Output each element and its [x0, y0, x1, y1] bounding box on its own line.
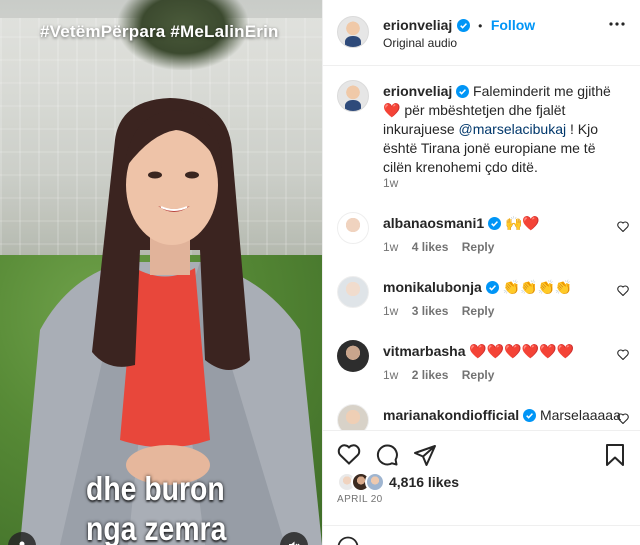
liked-by-avatar[interactable] — [365, 472, 385, 492]
like-heart-icon[interactable] — [337, 443, 361, 465]
post-side-panel: erionveliaj • Follow Original audio erio… — [322, 0, 640, 545]
heart-outline-icon[interactable] — [617, 221, 629, 232]
comment-meta: 1w 4 likes Reply — [383, 240, 494, 254]
save-bookmark-icon[interactable] — [605, 443, 625, 467]
header-separator: • — [478, 19, 483, 33]
verified-badge-icon — [488, 217, 502, 230]
comment-time[interactable]: 1w — [383, 240, 398, 254]
emoji-smiley-icon[interactable] — [337, 536, 359, 545]
comment-username[interactable]: vitmarbasha — [383, 343, 465, 359]
user-icon — [19, 541, 25, 545]
reply-button[interactable]: Reply — [462, 240, 495, 254]
heart-outline-icon[interactable] — [617, 285, 629, 296]
post-date[interactable]: APRIL 20 — [337, 494, 383, 505]
add-comment-bar[interactable] — [323, 525, 640, 545]
commenter-avatar[interactable] — [337, 340, 369, 372]
verified-badge-icon — [523, 409, 537, 422]
comment-username[interactable]: marianakondiofficial — [383, 407, 519, 423]
share-send-icon[interactable] — [413, 443, 437, 467]
comment-text: ❤️❤️❤️❤️❤️❤️ — [469, 343, 574, 359]
video-subtitle-line-2: nga zemra — [86, 510, 227, 545]
video-subtitle-line-1: dhe buron — [86, 470, 225, 507]
video-hashtag-overlay: #VetëmPërpara #MeLalinErin — [40, 22, 279, 41]
comment-body: albanaosmani1 🙌❤️ — [383, 215, 540, 232]
comment-text: 👏👏👏👏 — [502, 279, 573, 295]
comment-meta: 1w 3 likes Reply — [383, 304, 494, 318]
verified-badge-icon — [485, 281, 499, 294]
comment-body: vitmarbasha ❤️❤️❤️❤️❤️❤️ — [383, 343, 574, 360]
caption-heart-emoji: ❤️ — [383, 102, 401, 118]
reel-video[interactable]: #VetëmPërpara #MeLalinErin dhe buron nga… — [0, 0, 322, 545]
caption-time[interactable]: 1w — [383, 176, 398, 190]
comment-text: 🙌❤️ — [504, 215, 540, 231]
speaker-muted-icon — [289, 541, 300, 545]
header-user-line: erionveliaj • Follow — [383, 17, 535, 35]
header-username[interactable]: erionveliaj — [383, 17, 452, 33]
post-caption: erionveliaj Faleminderit me gjithë ❤️ pë… — [383, 82, 623, 177]
comment-username[interactable]: albanaosmani1 — [383, 215, 484, 231]
caption-avatar[interactable] — [337, 80, 369, 112]
comment-body: monikalubonja 👏👏👏👏 — [383, 279, 572, 296]
commenter-avatar[interactable] — [337, 404, 369, 430]
caption-username[interactable]: erionveliaj — [383, 83, 452, 99]
commenter-avatar[interactable] — [337, 276, 369, 308]
commenter-avatar[interactable] — [337, 212, 369, 244]
comment-bubble-icon[interactable] — [375, 443, 399, 467]
comment-likes[interactable]: 2 likes — [412, 368, 449, 382]
comment-likes[interactable]: 3 likes — [412, 304, 449, 318]
verified-badge-icon — [456, 19, 470, 32]
comment-time[interactable]: 1w — [383, 368, 398, 382]
caption-text-1: Faleminderit me gjithë — [469, 83, 611, 99]
heart-outline-icon[interactable] — [617, 349, 629, 360]
follow-button[interactable]: Follow — [491, 17, 535, 33]
comments-list[interactable]: erionveliaj Faleminderit me gjithë ❤️ pë… — [323, 66, 640, 430]
more-options-icon[interactable] — [609, 22, 625, 26]
comment-meta: 1w 2 likes Reply — [383, 368, 494, 382]
speaker-figure — [20, 98, 322, 545]
comment-likes[interactable]: 4 likes — [412, 240, 449, 254]
comment-body: marianakondiofficial Marselaaaaa — [383, 407, 621, 423]
caption-mention-link[interactable]: @marselacibukaj — [459, 121, 567, 137]
original-audio-link[interactable]: Original audio — [383, 36, 457, 50]
post-header: erionveliaj • Follow Original audio — [323, 0, 640, 66]
heart-outline-icon[interactable] — [617, 413, 629, 424]
comment-username[interactable]: monikalubonja — [383, 279, 482, 295]
avatar[interactable] — [337, 16, 369, 48]
reply-button[interactable]: Reply — [462, 304, 495, 318]
comment-text: Marselaaaaa — [539, 407, 621, 423]
comment-time[interactable]: 1w — [383, 304, 398, 318]
reply-button[interactable]: Reply — [462, 368, 495, 382]
verified-badge-icon — [456, 85, 470, 98]
likes-count[interactable]: 4,816 likes — [389, 474, 459, 490]
